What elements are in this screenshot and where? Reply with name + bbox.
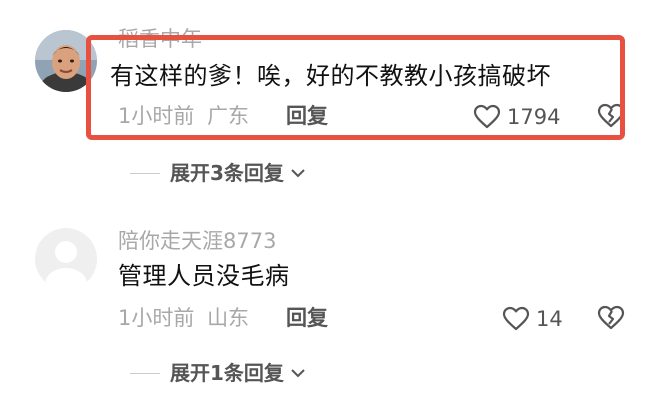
comment-time: 1小时前 — [118, 306, 195, 330]
like-button[interactable]: 14 — [502, 305, 563, 333]
username[interactable]: 稻香中年 — [118, 29, 202, 50]
comment-location: 山东 — [207, 306, 250, 330]
reply-button[interactable]: 回复 — [286, 308, 328, 329]
comment-item: 稻香中年 有这样的爹！唉，好的不教教小孩搞破坏 1小时前 广东 回复 1794 … — [0, 0, 660, 200]
avatar[interactable] — [35, 228, 97, 290]
comment-time: 1小时前 — [118, 104, 195, 128]
comment-meta: 1小时前 广东 — [118, 106, 249, 127]
dislike-button[interactable] — [597, 305, 625, 333]
expand-replies-button[interactable]: 展开1条回复 — [130, 360, 306, 386]
expand-replies-button[interactable]: 展开3条回复 — [130, 160, 306, 186]
avatar[interactable] — [35, 30, 97, 92]
like-count: 1794 — [507, 104, 561, 129]
comment-item: 陪你走天涯8773 管理人员没毛病 1小时前 山东 回复 14 展开1条回复 — [0, 200, 660, 411]
expand-replies-label: 展开3条回复 — [170, 161, 284, 185]
chevron-down-icon — [291, 169, 305, 178]
dislike-button[interactable] — [597, 103, 625, 131]
broken-heart-icon — [597, 305, 625, 330]
username[interactable]: 陪你走天涯8773 — [118, 231, 276, 252]
like-count: 14 — [536, 306, 563, 331]
chevron-down-icon — [291, 369, 305, 378]
reply-button[interactable]: 回复 — [286, 106, 328, 127]
divider-line — [130, 372, 160, 374]
like-button[interactable]: 1794 — [473, 103, 560, 131]
heart-outline-icon — [473, 104, 501, 129]
comment-text: 有这样的爹！唉，好的不教教小孩搞破坏 — [110, 62, 551, 90]
comment-meta: 1小时前 山东 — [118, 308, 249, 329]
comment-text: 管理人员没毛病 — [118, 262, 290, 290]
divider-line — [130, 172, 160, 174]
broken-heart-icon — [597, 103, 625, 128]
comment-location: 广东 — [207, 104, 250, 128]
heart-outline-icon — [502, 306, 530, 331]
expand-replies-label: 展开1条回复 — [170, 361, 284, 385]
